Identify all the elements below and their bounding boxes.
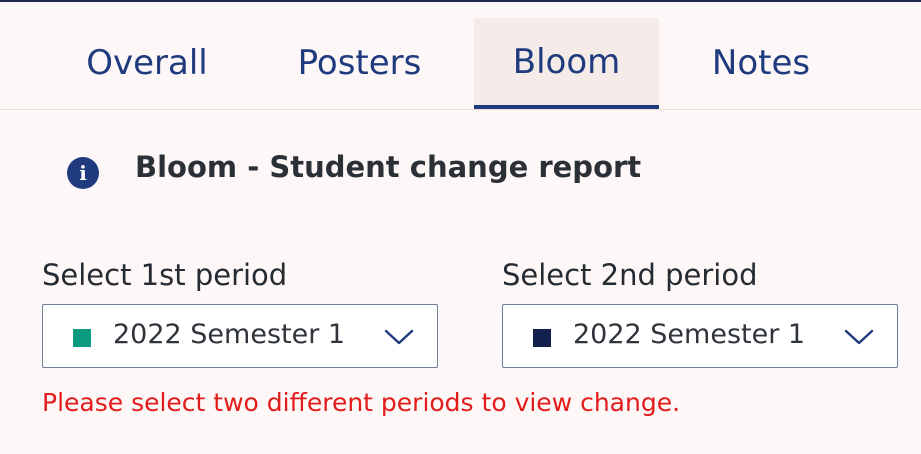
top-border [0,0,921,2]
error-message: Please select two different periods to v… [42,388,681,417]
period-color-swatch [533,329,551,347]
second-period-select[interactable]: 2022 Semester 1 [502,304,898,368]
report-title: Bloom - Student change report [135,150,642,184]
tab-bloom[interactable]: Bloom [474,18,659,109]
first-period-select[interactable]: 2022 Semester 1 [42,304,438,368]
second-period-value: 2022 Semester 1 [573,319,806,350]
tab-posters[interactable]: Posters [272,18,447,107]
info-icon[interactable]: i [67,157,99,189]
chevron-down-icon [384,329,414,345]
tab-overall[interactable]: Overall [62,18,232,107]
second-period-label: Select 2nd period [502,258,758,292]
first-period-label: Select 1st period [42,258,288,292]
period-color-swatch [73,329,91,347]
chevron-down-icon [844,329,874,345]
tab-bar: Overall Posters Bloom Notes [0,18,921,110]
tab-notes[interactable]: Notes [686,18,836,107]
first-period-value: 2022 Semester 1 [113,319,346,350]
